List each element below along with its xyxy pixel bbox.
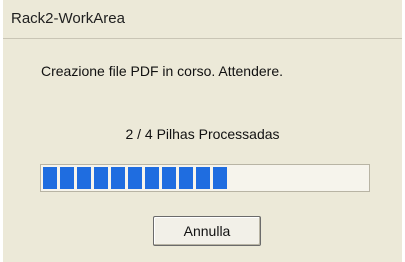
window-title: Rack2-WorkArea — [11, 10, 125, 27]
title-bar[interactable]: Rack2-WorkArea — [3, 0, 402, 39]
progress-bar — [40, 164, 370, 192]
progress-count-label: 2 / 4 Pilhas Processadas — [125, 126, 280, 142]
progress-bar-fill — [43, 167, 227, 189]
progress-dialog: Rack2-WorkArea Creazione file PDF in cor… — [3, 0, 402, 262]
status-message: Creazione file PDF in corso. Attendere. — [41, 63, 284, 79]
cancel-button[interactable]: Annulla — [153, 216, 261, 246]
